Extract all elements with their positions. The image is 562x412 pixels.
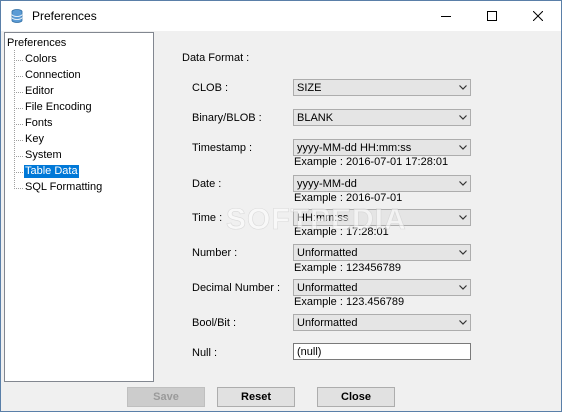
chevron-down-icon [459, 285, 467, 290]
window-title: Preferences [32, 9, 97, 23]
bool-label: Bool/Bit : [192, 317, 237, 329]
close-window-button[interactable] [515, 1, 561, 31]
clob-select[interactable]: SIZE [293, 79, 471, 96]
time-label: Time : [192, 212, 223, 224]
tree-connector [14, 140, 23, 141]
section-title: Data Format : [182, 52, 250, 64]
clob-value: SIZE [297, 82, 322, 94]
tree-connector [14, 156, 23, 157]
tree-item-label: Fonts [25, 117, 53, 129]
tree-item-label: Editor [25, 85, 54, 97]
tree-item-label: Connection [25, 69, 81, 81]
date-label: Date : [192, 178, 222, 190]
tree-connector [14, 124, 23, 125]
number-label: Number : [192, 247, 238, 259]
date-select[interactable]: yyyy-MM-dd [293, 175, 471, 192]
decimal-label: Decimal Number : [192, 282, 281, 294]
tree-item-label: File Encoding [25, 101, 92, 113]
tree-item-label: Colors [25, 53, 57, 65]
reset-button[interactable]: Reset [217, 387, 295, 407]
chevron-down-icon [459, 181, 467, 186]
close-icon [533, 11, 543, 21]
null-label: Null : [192, 347, 218, 359]
chevron-down-icon [459, 85, 467, 90]
time-value: HH:mm:ss [297, 212, 349, 224]
database-icon [11, 9, 23, 23]
preferences-window: Preferences Preferences Colors Connectio… [0, 0, 562, 412]
number-example: Example : 123456789 [294, 262, 402, 274]
date-example: Example : 2016-07-01 [294, 192, 403, 204]
minimize-icon [441, 16, 451, 17]
timestamp-label: Timestamp : [192, 142, 253, 154]
tree-connector [14, 188, 23, 189]
number-select[interactable]: Unformatted [293, 244, 471, 261]
tree-item-label: System [25, 149, 62, 161]
time-example: Example : 17:28:01 [294, 226, 389, 238]
chevron-down-icon [459, 145, 467, 150]
chevron-down-icon [459, 250, 467, 255]
chevron-down-icon [459, 215, 467, 220]
blob-select[interactable]: BLANK [293, 109, 471, 126]
tree-connector [14, 60, 23, 61]
tree-connector [14, 76, 23, 77]
tree-item-label: Table Data [23, 164, 80, 179]
number-value: Unformatted [297, 247, 358, 259]
null-input[interactable]: (null) [293, 343, 471, 360]
maximize-icon [487, 11, 497, 21]
table-data-panel: Data Format : CLOB : SIZE Binary/BLOB : … [155, 32, 560, 380]
save-button[interactable]: Save [127, 387, 205, 407]
tree-item-label: SQL Formatting [25, 181, 103, 193]
decimal-select[interactable]: Unformatted [293, 279, 471, 296]
tree-connector-line [14, 50, 15, 187]
tree-connector [14, 92, 23, 93]
time-select[interactable]: HH:mm:ss [293, 209, 471, 226]
tree-connector [14, 108, 23, 109]
chevron-down-icon [459, 115, 467, 120]
bool-value: Unformatted [297, 317, 358, 329]
tree-root[interactable]: Preferences [7, 37, 66, 49]
preferences-tree[interactable]: Preferences Colors Connection Editor Fil… [4, 32, 154, 382]
blob-value: BLANK [297, 112, 334, 124]
chevron-down-icon [459, 320, 467, 325]
bool-select[interactable]: Unformatted [293, 314, 471, 331]
timestamp-select[interactable]: yyyy-MM-dd HH:mm:ss [293, 139, 471, 156]
timestamp-example: Example : 2016-07-01 17:28:01 [294, 156, 449, 168]
tree-connector [14, 172, 23, 173]
timestamp-value: yyyy-MM-dd HH:mm:ss [297, 142, 412, 154]
maximize-button[interactable] [469, 1, 515, 31]
title-bar: Preferences [1, 1, 561, 31]
decimal-value: Unformatted [297, 282, 358, 294]
decimal-example: Example : 123.456789 [294, 296, 405, 308]
blob-label: Binary/BLOB : [192, 112, 262, 124]
tree-item-label: Key [25, 133, 44, 145]
clob-label: CLOB : [192, 82, 229, 94]
minimize-button[interactable] [423, 1, 469, 31]
date-value: yyyy-MM-dd [297, 178, 357, 190]
close-button[interactable]: Close [317, 387, 395, 407]
